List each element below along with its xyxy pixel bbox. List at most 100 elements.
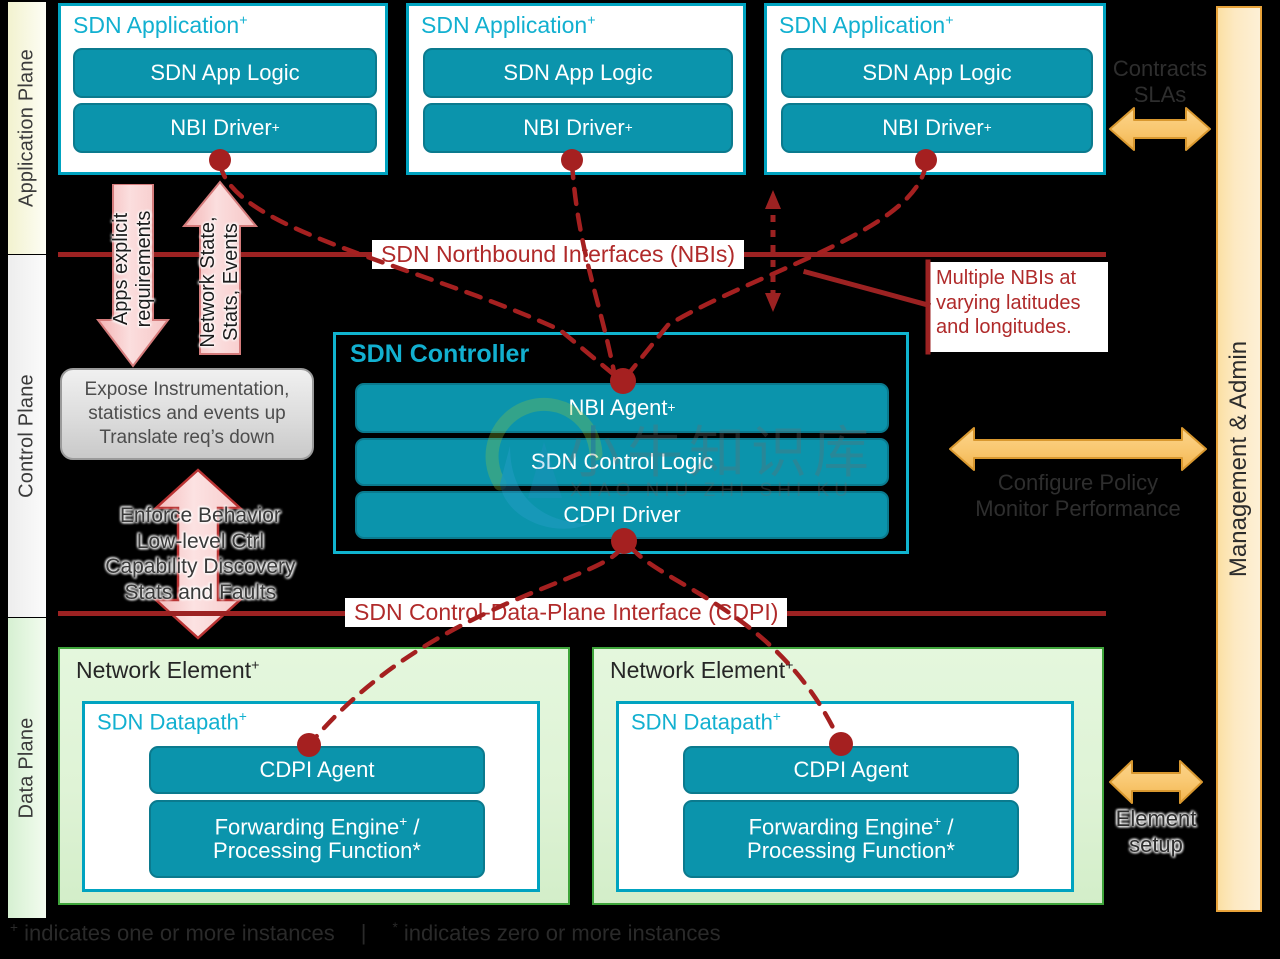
arrow-configure-policy-label: Configure Policy Monitor Performance: [948, 470, 1208, 523]
cdpi-driver[interactable]: CDPI Driver: [355, 491, 889, 539]
expose-instrumentation-text: Expose Instrumentation, statistics and ev…: [84, 379, 290, 448]
footer-plus-legend: + indicates one or more instances: [10, 920, 335, 946]
footer-star-sup: *: [392, 919, 398, 935]
footer-plus-sup: +: [10, 919, 18, 935]
nbi-driver-2[interactable]: NBI Driver +: [423, 103, 733, 153]
forwarding-engine-2-line1-text: Forwarding Engine: [748, 814, 934, 840]
cdpi-agent-1-label: CDPI Agent: [259, 757, 375, 783]
sdn-datapath-2-title: SDN Datapath+: [631, 709, 781, 735]
management-admin-bar[interactable]: Management & Admin: [1216, 6, 1262, 912]
sdn-application-1-title-text: SDN Application: [73, 12, 240, 38]
footer-star-text: indicates zero or more instances: [403, 920, 721, 946]
network-element-2-title: Network Element+: [610, 657, 793, 684]
sdn-datapath-1[interactable]: SDN Datapath+ CDPI Agent Forwarding Engi…: [82, 701, 540, 892]
sdn-datapath-2-title-text: SDN Datapath: [631, 709, 773, 735]
cdpi-driver-label: CDPI Driver: [563, 502, 681, 528]
nbi-driver-1[interactable]: NBI Driver +: [73, 103, 377, 153]
plane-band-control: Control Plane: [8, 255, 46, 617]
arrow-apps-explicit-requirements: Apps explicit requirements: [96, 184, 170, 368]
sdn-controller[interactable]: SDN Controller NBI Agent + SDN Control Lo…: [333, 332, 909, 554]
network-element-1-title-text: Network Element: [76, 657, 252, 683]
cdpi-interface-label: SDN Control-Data-Plane Interface (CDPI): [345, 598, 788, 627]
network-element-1[interactable]: Network Element+ SDN Datapath+ CDPI Agen…: [58, 647, 570, 905]
plane-band-data: Data Plane: [8, 618, 46, 918]
sdn-controller-title: SDN Controller: [350, 340, 530, 368]
forwarding-engine-2-line1-sup: +: [933, 814, 942, 830]
cdpi-agent-2-label: CDPI Agent: [793, 757, 909, 783]
sdn-application-1[interactable]: SDN Application+ SDN App Logic NBI Drive…: [58, 3, 388, 175]
footer-separator: |: [360, 920, 367, 945]
nbi-driver-2-label: NBI Driver: [523, 115, 625, 141]
sdn-datapath-2-title-sup: +: [772, 709, 781, 724]
arrow-contracts-slas-label: Contracts SLAs: [1104, 56, 1216, 109]
plane-label-control: Control Plane: [15, 374, 38, 498]
sdn-app-logic-1[interactable]: SDN App Logic: [73, 48, 377, 98]
sdn-application-1-title: SDN Application+: [73, 12, 248, 39]
nbi-agent-sup: +: [667, 399, 676, 415]
forwarding-engine-2-line2-sup: *: [946, 838, 955, 864]
sdn-app-logic-3[interactable]: SDN App Logic: [781, 48, 1093, 98]
network-element-2-title-sup: +: [785, 657, 794, 674]
nbi-driver-1-label: NBI Driver: [170, 115, 272, 141]
forwarding-engine-2-line1: Forwarding Engine+ /: [748, 814, 954, 840]
element-setup-line2: setup: [1129, 832, 1183, 858]
arrow-network-state-stats-events: Network State, Stats, Events: [182, 180, 258, 356]
forwarding-engine-1-slash: /: [407, 814, 420, 840]
network-element-2[interactable]: Network Element+ SDN Datapath+ CDPI Agen…: [592, 647, 1104, 905]
forwarding-engine-1-line1: Forwarding Engine+ /: [214, 814, 420, 840]
forwarding-engine-2-slash: /: [941, 814, 954, 840]
plane-band-application: Application Plane: [8, 2, 46, 254]
plane-label-application: Application Plane: [15, 49, 38, 207]
nbi-driver-3-label: NBI Driver: [882, 115, 984, 141]
forwarding-engine-1-line1-text: Forwarding Engine: [214, 814, 400, 840]
footer-star-legend: * indicates zero or more instances: [392, 920, 720, 946]
sdn-application-2-title: SDN Application+: [421, 12, 596, 39]
sdn-application-2-title-text: SDN Application: [421, 12, 588, 38]
configure-line1: Configure Policy: [997, 470, 1159, 495]
forwarding-engine-1-line2: Processing Function*: [213, 839, 421, 863]
sdn-application-3-title: SDN Application+: [779, 12, 954, 39]
forwarding-engine-2[interactable]: Forwarding Engine+ / Processing Function…: [683, 800, 1019, 878]
network-element-1-title-sup: +: [251, 657, 260, 674]
nbi-agent[interactable]: NBI Agent +: [355, 383, 889, 433]
contracts-line2: SLAs: [1133, 82, 1187, 108]
footer-plus-text: indicates one or more instances: [24, 920, 335, 946]
sdn-app-logic-1-label: SDN App Logic: [150, 60, 300, 86]
cdpi-agent-2[interactable]: CDPI Agent: [683, 746, 1019, 794]
nbi-interface-label: SDN Northbound Interfaces (NBIs): [372, 240, 745, 269]
forwarding-engine-2-line2: Processing Function*: [747, 839, 955, 863]
sdn-control-logic[interactable]: SDN Control Logic: [355, 438, 889, 486]
sdn-application-2[interactable]: SDN Application+ SDN App Logic NBI Drive…: [406, 3, 746, 175]
forwarding-engine-1-line2-sup: *: [412, 838, 421, 864]
nbi-driver-1-sup: +: [271, 119, 280, 135]
forwarding-engine-1-line2-text: Processing Function: [213, 838, 413, 864]
nbi-agent-label: NBI Agent: [568, 395, 668, 421]
cdpi-agent-1[interactable]: CDPI Agent: [149, 746, 485, 794]
diagram-canvas: Application Plane Control Plane Data Pla…: [0, 0, 1280, 959]
management-admin-label: Management & Admin: [1225, 340, 1252, 578]
sdn-application-3-title-sup: +: [945, 12, 954, 29]
sdn-application-3[interactable]: SDN Application+ SDN App Logic NBI Drive…: [764, 3, 1106, 175]
sdn-datapath-1-title-text: SDN Datapath: [97, 709, 239, 735]
sdn-datapath-2[interactable]: SDN Datapath+ CDPI Agent Forwarding Engi…: [616, 701, 1074, 892]
footer-legend: + indicates one or more instances | * in…: [10, 912, 770, 954]
sdn-app-logic-2[interactable]: SDN App Logic: [423, 48, 733, 98]
nbi-driver-3-sup: +: [983, 119, 992, 135]
arrow-element-setup: [1108, 758, 1204, 806]
forwarding-engine-1[interactable]: Forwarding Engine+ / Processing Function…: [149, 800, 485, 878]
sdn-application-1-title-sup: +: [239, 12, 248, 29]
sdn-application-3-title-text: SDN Application: [779, 12, 946, 38]
expose-instrumentation-note: Expose Instrumentation, statistics and ev…: [60, 368, 314, 460]
element-setup-line1: Element: [1115, 806, 1197, 831]
contracts-line1: Contracts: [1112, 56, 1208, 81]
sdn-datapath-1-title-sup: +: [238, 709, 247, 724]
configure-line2: Monitor Performance: [975, 496, 1181, 522]
network-element-2-title-text: Network Element: [610, 657, 786, 683]
arrow-contracts-slas: [1108, 104, 1212, 154]
forwarding-engine-1-line1-sup: +: [399, 814, 408, 830]
sdn-app-logic-2-label: SDN App Logic: [503, 60, 653, 86]
sdn-application-2-title-sup: +: [587, 12, 596, 29]
plane-label-data: Data Plane: [15, 717, 38, 819]
nbi-driver-3[interactable]: NBI Driver +: [781, 103, 1093, 153]
sdn-app-logic-3-label: SDN App Logic: [862, 60, 1012, 86]
